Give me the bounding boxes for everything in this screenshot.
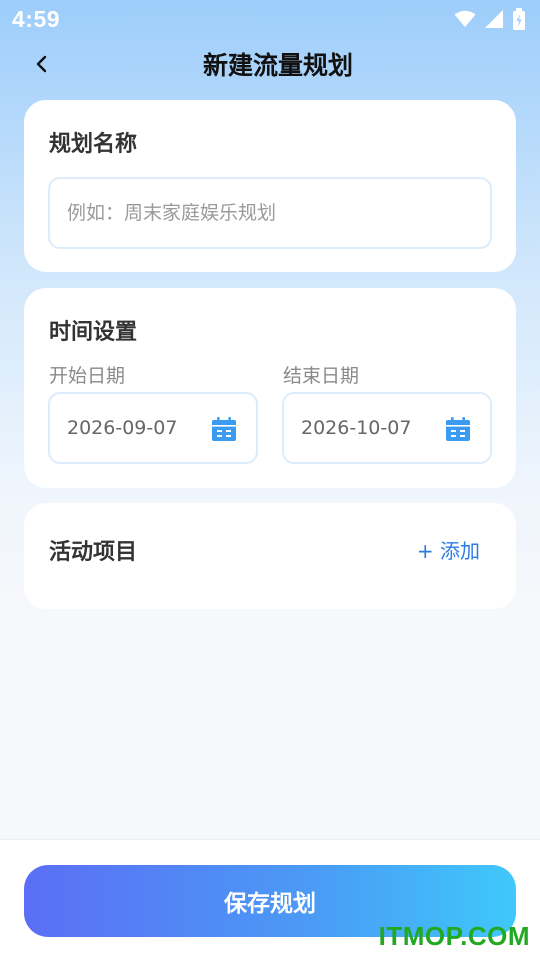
status-time: 4:59: [12, 5, 61, 32]
time-settings-title: 时间设置: [49, 320, 138, 345]
time-settings-card: 时间设置 开始日期 2026-09-07 结束日期 2026-10-07: [24, 288, 516, 488]
chevron-left-icon: [36, 55, 47, 73]
back-button[interactable]: [28, 50, 56, 78]
calendar-icon: [446, 417, 470, 441]
status-icons: [454, 8, 526, 30]
plan-name-input[interactable]: [67, 179, 490, 247]
wifi-icon: [454, 10, 476, 27]
start-date-field[interactable]: 2026-09-07: [48, 392, 258, 464]
activities-title: 活动项目: [49, 540, 138, 565]
calendar-icon: [212, 417, 236, 441]
nav-bar: 新建流量规划: [0, 38, 540, 90]
battery-charging-icon: [513, 8, 525, 30]
status-bar: 4:59: [0, 0, 540, 38]
start-date-value: 2026-09-07: [67, 417, 178, 439]
signal-icon: [485, 10, 503, 28]
add-activity-button[interactable]: + 添加: [417, 535, 480, 564]
end-date-value: 2026-10-07: [301, 417, 412, 439]
end-date-label: 结束日期: [283, 365, 360, 387]
plan-name-title: 规划名称: [49, 132, 138, 157]
page-title: 新建流量规划: [202, 51, 353, 80]
start-date-label: 开始日期: [49, 365, 126, 387]
end-date-field[interactable]: 2026-10-07: [282, 392, 492, 464]
plan-name-input-wrapper: [48, 177, 492, 249]
plan-name-card: 规划名称: [24, 100, 516, 272]
activities-card: 活动项目 + 添加: [24, 503, 516, 609]
watermark: ITMOP.COM: [378, 921, 530, 951]
